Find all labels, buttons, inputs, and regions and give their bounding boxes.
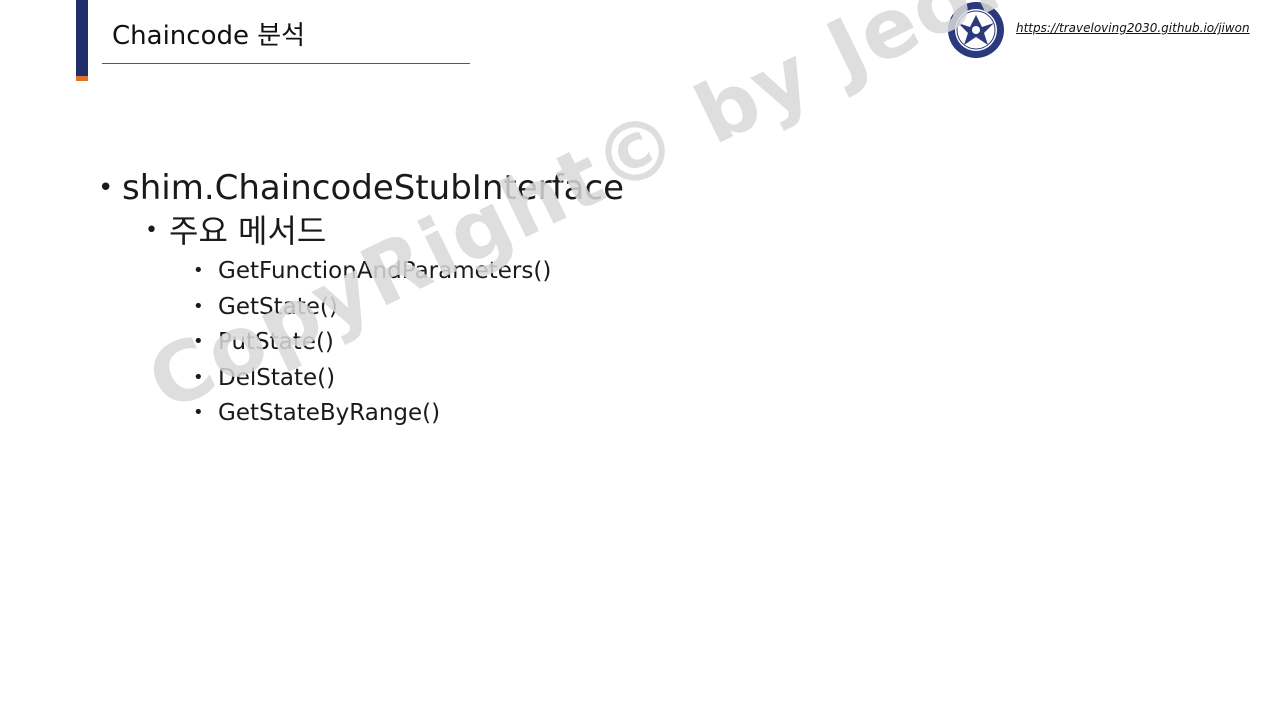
slide-title: Chaincode 분석 — [112, 21, 306, 51]
list-item-method: • GetStateByRange() — [193, 398, 440, 428]
list-item-method: • PutState() — [193, 327, 334, 357]
list-item-text: DelState() — [218, 365, 336, 391]
list-item-method: • GetState() — [193, 292, 338, 322]
bullet-icon: • — [193, 296, 204, 317]
university-emblem-icon — [948, 2, 1004, 58]
list-item-level1: • shim.ChaincodeStubInterface — [98, 168, 624, 208]
bullet-icon: • — [145, 218, 158, 243]
title-accent-bar-tip — [76, 76, 88, 81]
list-item-text: GetStateByRange() — [218, 400, 441, 426]
list-item-text: GetState() — [218, 294, 338, 320]
bullet-icon: • — [193, 260, 204, 281]
list-item-method: • GetFunctionAndParameters() — [193, 256, 551, 286]
list-item-method: • DelState() — [193, 363, 335, 393]
list-item-text: PutState() — [218, 329, 334, 355]
title-accent-bar — [76, 0, 88, 76]
list-item-text: shim.ChaincodeStubInterface — [122, 168, 625, 208]
title-underline — [102, 63, 470, 64]
bullet-icon: • — [193, 402, 204, 423]
list-item-level2: • 주요 메서드 — [145, 211, 326, 251]
bullet-icon: • — [98, 173, 114, 203]
list-item-text: 주요 메서드 — [169, 212, 327, 250]
list-item-text: GetFunctionAndParameters() — [218, 258, 552, 284]
bullet-icon: • — [193, 367, 204, 388]
site-link[interactable]: https://traveloving2030.github.io/jiwon — [1016, 19, 1250, 37]
bullet-icon: • — [193, 331, 204, 352]
